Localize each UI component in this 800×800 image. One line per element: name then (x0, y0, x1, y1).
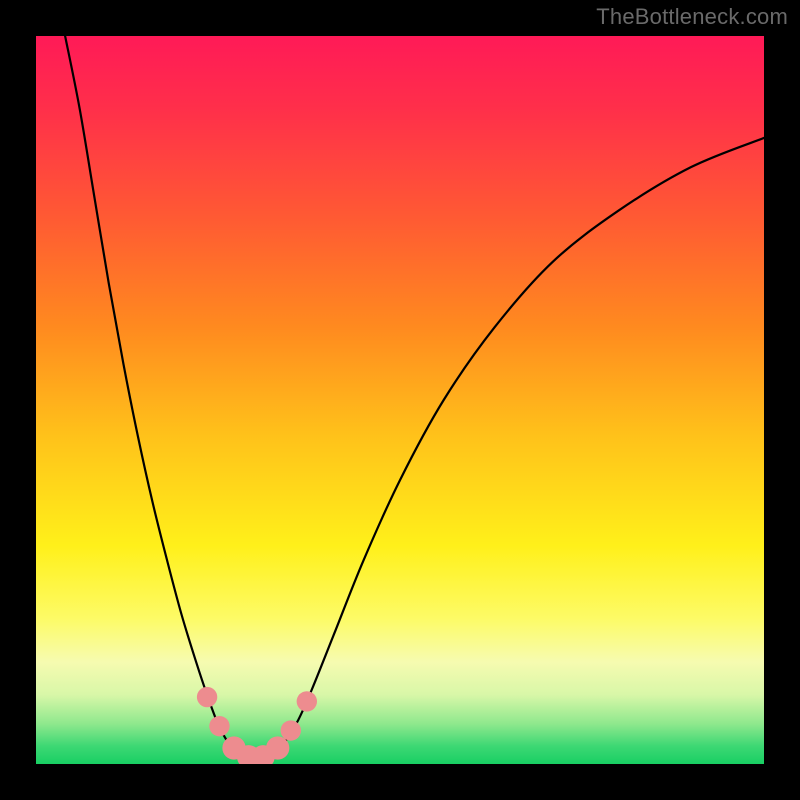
curve-marker (197, 687, 217, 707)
chart-panel (36, 36, 764, 764)
curve-marker (266, 736, 289, 759)
curve-marker (209, 716, 229, 736)
curve-markers (197, 687, 317, 764)
bottleneck-curve (36, 36, 764, 764)
curve-marker (281, 720, 301, 740)
watermark-text: TheBottleneck.com (596, 4, 788, 30)
frame: TheBottleneck.com (0, 0, 800, 800)
curve-path (65, 36, 764, 759)
curve-marker (297, 691, 317, 711)
